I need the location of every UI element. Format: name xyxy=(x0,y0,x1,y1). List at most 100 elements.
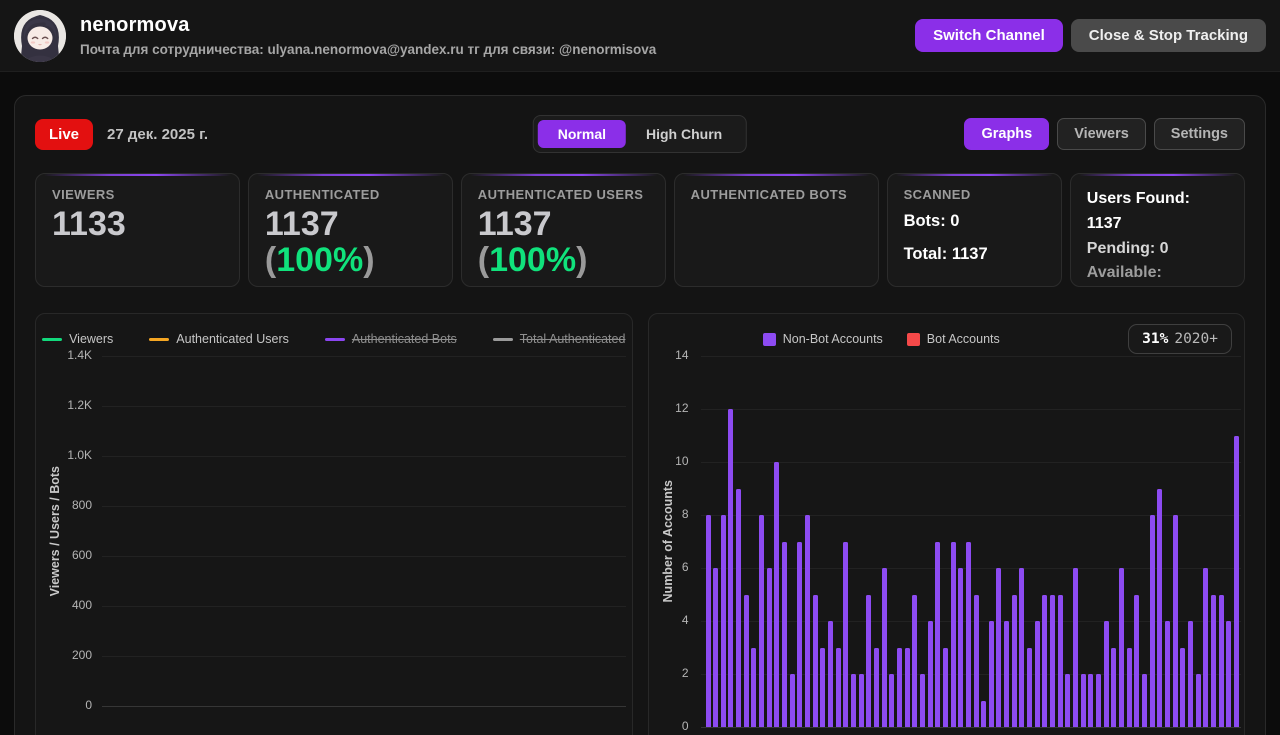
header-actions: Switch Channel Close & Stop Tracking xyxy=(915,19,1266,52)
stat-value: 1137 (100%) xyxy=(478,206,649,278)
bar xyxy=(1195,674,1201,727)
y-tick-label: 200 xyxy=(71,648,92,662)
bar xyxy=(1180,647,1186,727)
bar xyxy=(1073,568,1079,727)
bar xyxy=(1218,594,1224,727)
bar xyxy=(965,541,971,727)
bar xyxy=(736,488,742,727)
legend-swatch xyxy=(324,337,345,341)
bar xyxy=(1080,674,1086,727)
legend-item-viewers[interactable]: Viewers xyxy=(42,332,113,346)
tab-graphs[interactable]: Graphs xyxy=(964,118,1050,150)
tab-viewers[interactable]: Viewers xyxy=(1057,118,1146,150)
bar xyxy=(950,541,956,727)
channel-subtitle: Почта для сотрудничества: ulyana.nenormo… xyxy=(80,42,657,57)
switch-channel-button[interactable]: Switch Channel xyxy=(915,19,1063,52)
bar-chart-legend: Non-Bot Accounts Bot Accounts xyxy=(649,332,1115,346)
bar xyxy=(1034,621,1040,727)
bar xyxy=(1134,594,1140,727)
gridline xyxy=(102,556,626,557)
legend-label: Authenticated Bots xyxy=(351,332,457,346)
bar xyxy=(958,568,964,727)
viewers-line-chart: Viewers Authenticated Users Authenticated … xyxy=(35,313,633,735)
legend-item-bot-accounts[interactable]: Bot Accounts xyxy=(906,332,1000,346)
stat-label: VIEWERS xyxy=(52,187,115,202)
stat-card-authenticated: AUTHENTICATED 1137 (100%) xyxy=(247,173,453,287)
y-tick-label: 8 xyxy=(681,507,689,521)
legend-swatch xyxy=(492,337,513,341)
stat-percent: (100%) xyxy=(264,241,375,280)
bar xyxy=(973,594,979,727)
account-age-badge: 31% 2020+ xyxy=(1128,324,1232,354)
y-tick-label: 14 xyxy=(675,348,689,362)
bar xyxy=(789,674,795,727)
stat-card-authenticated-bots: AUTHENTICATED BOTS xyxy=(673,173,879,287)
scanned-bots-line: Bots: 0 xyxy=(903,212,960,230)
bar xyxy=(866,594,872,727)
bar xyxy=(828,621,833,727)
legend-item-authenticated-bots[interactable]: Authenticated Bots xyxy=(324,332,457,346)
bar xyxy=(743,594,749,727)
bar xyxy=(797,541,803,727)
bar xyxy=(782,541,788,727)
bar xyxy=(1011,594,1017,727)
bar xyxy=(835,647,841,727)
view-switcher: Graphs Viewers Settings xyxy=(964,118,1245,150)
toolbar: Live 27 дек. 2025 г. Normal High Churn G… xyxy=(35,115,1245,153)
gridline xyxy=(700,727,1241,728)
y-tick-label: 1.4K xyxy=(67,348,92,362)
bar xyxy=(774,462,780,727)
stat-label: AUTHENTICATED xyxy=(264,187,380,202)
legend-item-total-authenticated[interactable]: Total Authenticated xyxy=(492,332,625,346)
bar xyxy=(713,568,719,727)
mode-option-normal[interactable]: Normal xyxy=(537,120,627,148)
stream-date: 27 дек. 2025 г. xyxy=(107,125,209,143)
channel-title: nenormova xyxy=(80,14,190,36)
bar xyxy=(1042,594,1048,727)
stat-label: AUTHENTICATED USERS xyxy=(477,187,644,202)
y-tick-label: 12 xyxy=(675,401,689,415)
legend-label: Viewers xyxy=(69,332,114,346)
bar-chart-plot-area: 14 12 10 8 6 4 2 0 xyxy=(649,314,1245,735)
y-tick-label: 6 xyxy=(681,560,689,574)
stat-card-capacity: Users Found: 1137 Pending: 0 Available: … xyxy=(1069,173,1246,287)
bar xyxy=(1111,647,1117,727)
bar xyxy=(1172,515,1178,727)
bar xyxy=(759,515,765,727)
mode-option-high-churn[interactable]: High Churn xyxy=(626,120,742,148)
bar xyxy=(1233,435,1239,727)
bar xyxy=(1149,515,1155,727)
stat-label: AUTHENTICATED BOTS xyxy=(690,187,848,202)
bar xyxy=(1088,674,1094,727)
bar xyxy=(927,621,933,727)
legend-item-non-bot-accounts[interactable]: Non-Bot Accounts xyxy=(762,332,883,346)
users-found-line: Users Found: 1137 xyxy=(1086,190,1190,232)
y-tick-label: 1.2K xyxy=(67,398,92,412)
close-stop-tracking-button[interactable]: Close & Stop Tracking xyxy=(1070,19,1266,52)
gridline xyxy=(102,506,626,507)
bar xyxy=(766,568,772,727)
gridline xyxy=(102,656,626,657)
bar xyxy=(996,568,1002,727)
gridline xyxy=(102,706,626,707)
legend-swatch xyxy=(762,332,776,346)
bar xyxy=(720,515,726,727)
bar xyxy=(889,674,895,727)
pending-line: Pending: 0 xyxy=(1086,239,1169,257)
legend-swatch xyxy=(149,337,170,341)
bar xyxy=(1019,568,1025,727)
y-tick-label: 10 xyxy=(675,454,689,468)
legend-item-authenticated-users[interactable]: Authenticated Users xyxy=(149,332,289,346)
bar xyxy=(904,647,910,727)
gridline xyxy=(700,409,1241,410)
stat-value: 1133 xyxy=(52,205,126,243)
bar xyxy=(850,674,856,727)
legend-swatch xyxy=(42,337,63,341)
bar xyxy=(1126,647,1132,727)
tab-settings[interactable]: Settings xyxy=(1153,118,1245,150)
bar xyxy=(919,674,925,727)
bar xyxy=(820,647,826,727)
legend-label: Bot Accounts xyxy=(926,332,1000,346)
bar xyxy=(1157,488,1163,727)
gridline xyxy=(102,406,626,407)
